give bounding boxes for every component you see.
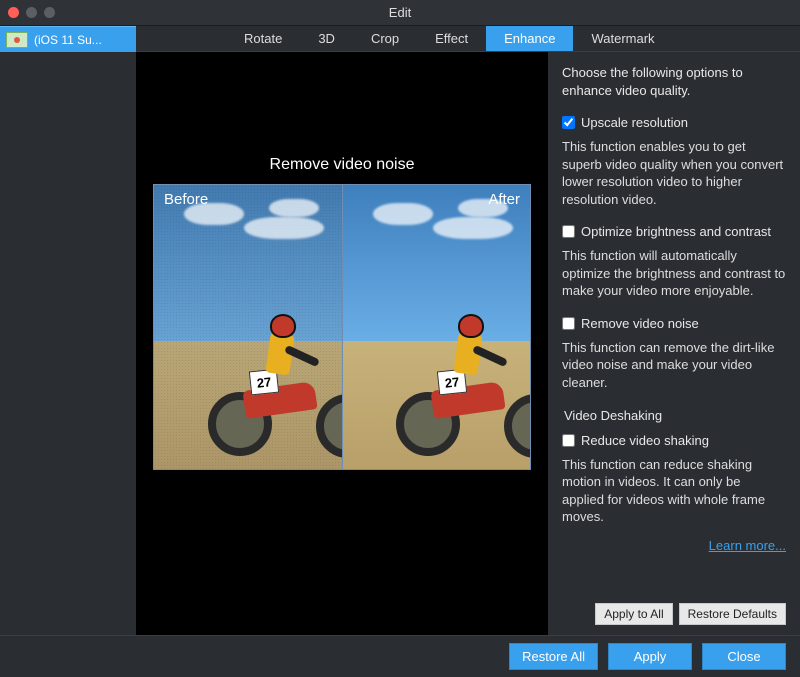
noise-checkbox[interactable] bbox=[562, 317, 575, 330]
window-controls bbox=[8, 7, 55, 18]
noise-label: Remove video noise bbox=[581, 316, 699, 331]
option-upscale[interactable]: Upscale resolution bbox=[562, 115, 786, 130]
brightness-label: Optimize brightness and contrast bbox=[581, 224, 771, 239]
restore-all-button[interactable]: Restore All bbox=[509, 643, 598, 670]
upscale-checkbox[interactable] bbox=[562, 116, 575, 129]
close-window-icon[interactable] bbox=[8, 7, 19, 18]
tab-enhance[interactable]: Enhance bbox=[486, 26, 573, 51]
learn-more-link[interactable]: Learn more... bbox=[709, 538, 786, 553]
minimize-window-icon[interactable] bbox=[26, 7, 37, 18]
preview-before: 27 Before bbox=[154, 185, 343, 469]
file-thumbnail-icon bbox=[6, 32, 28, 48]
before-label: Before bbox=[164, 191, 208, 208]
preview-before-after: 27 Before 27 Af bbox=[153, 184, 531, 470]
preview-after: 27 After bbox=[343, 185, 531, 469]
option-remove-noise[interactable]: Remove video noise bbox=[562, 316, 786, 331]
tab-watermark[interactable]: Watermark bbox=[573, 26, 672, 51]
restore-defaults-button[interactable]: Restore Defaults bbox=[679, 603, 786, 625]
brightness-desc: This function will automatically optimiz… bbox=[562, 247, 786, 300]
titlebar: Edit bbox=[0, 0, 800, 26]
brightness-checkbox[interactable] bbox=[562, 225, 575, 238]
apply-button[interactable]: Apply bbox=[608, 643, 692, 670]
tab-effect[interactable]: Effect bbox=[417, 26, 486, 51]
sidebar: (iOS 11 Su... bbox=[0, 26, 136, 635]
option-brightness[interactable]: Optimize brightness and contrast bbox=[562, 224, 786, 239]
deshaking-section-heading: Video Deshaking bbox=[564, 408, 786, 423]
noise-desc: This function can remove the dirt-like v… bbox=[562, 339, 786, 392]
option-reduce-shaking[interactable]: Reduce video shaking bbox=[562, 433, 786, 448]
options-intro: Choose the following options to enhance … bbox=[562, 64, 786, 99]
preview-pane: Remove video noise 27 Before bbox=[136, 52, 548, 635]
tab-rotate[interactable]: Rotate bbox=[226, 26, 300, 51]
deshake-desc: This function can reduce shaking motion … bbox=[562, 456, 786, 526]
upscale-desc: This function enables you to get superb … bbox=[562, 138, 786, 208]
tab-3d[interactable]: 3D bbox=[300, 26, 353, 51]
enhance-options-pane: Choose the following options to enhance … bbox=[548, 52, 800, 635]
footer: Restore All Apply Close bbox=[0, 635, 800, 677]
preview-title: Remove video noise bbox=[270, 156, 415, 174]
file-tab-label: (iOS 11 Su... bbox=[34, 33, 102, 47]
source-file-tab[interactable]: (iOS 11 Su... bbox=[0, 26, 136, 52]
deshake-label: Reduce video shaking bbox=[581, 433, 709, 448]
maximize-window-icon[interactable] bbox=[44, 7, 55, 18]
apply-to-all-button[interactable]: Apply to All bbox=[595, 603, 672, 625]
deshake-checkbox[interactable] bbox=[562, 434, 575, 447]
window-title: Edit bbox=[0, 5, 800, 20]
upscale-label: Upscale resolution bbox=[581, 115, 688, 130]
close-button[interactable]: Close bbox=[702, 643, 786, 670]
tab-crop[interactable]: Crop bbox=[353, 26, 417, 51]
edit-tabs: Rotate 3D Crop Effect Enhance Watermark bbox=[136, 26, 800, 52]
after-label: After bbox=[488, 191, 520, 208]
